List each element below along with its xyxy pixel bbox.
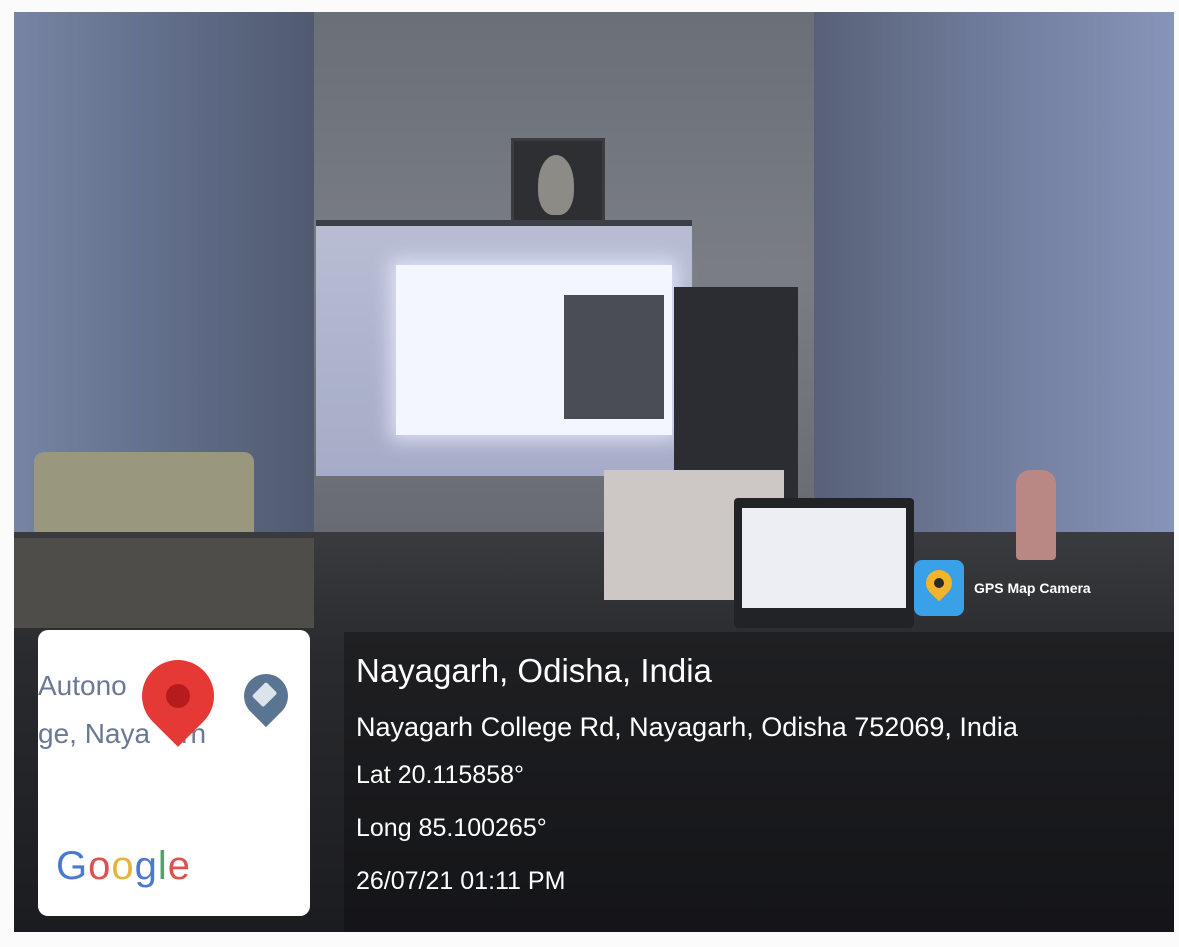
school-pin-icon bbox=[234, 664, 298, 728]
right-wall bbox=[814, 12, 1174, 572]
gps-badge-label: GPS Map Camera bbox=[974, 580, 1091, 596]
projected-slide bbox=[396, 265, 672, 435]
city-title: Nayagarh, Odisha, India bbox=[356, 652, 712, 689]
chairs bbox=[34, 452, 254, 532]
longitude: Long 85.100265° bbox=[356, 814, 547, 842]
google-logo: Google bbox=[56, 844, 192, 888]
desk-top bbox=[14, 538, 314, 628]
address-line: Nayagarh College Rd, Nayagarh, Odisha 75… bbox=[356, 712, 1018, 742]
bottle bbox=[1016, 470, 1056, 560]
map-thumbnail[interactable]: Autono s ge, Naya rh Google bbox=[38, 630, 310, 916]
laptop bbox=[734, 498, 914, 628]
latitude: Lat 20.115858° bbox=[356, 761, 525, 789]
gps-map-camera-icon bbox=[914, 560, 964, 616]
gps-map-camera-badge: GPS Map Camera bbox=[914, 560, 1091, 616]
timestamp: 26/07/21 01:11 PM bbox=[356, 867, 566, 895]
location-info: Nayagarh, Odisha, India Nayagarh College… bbox=[356, 652, 1018, 920]
